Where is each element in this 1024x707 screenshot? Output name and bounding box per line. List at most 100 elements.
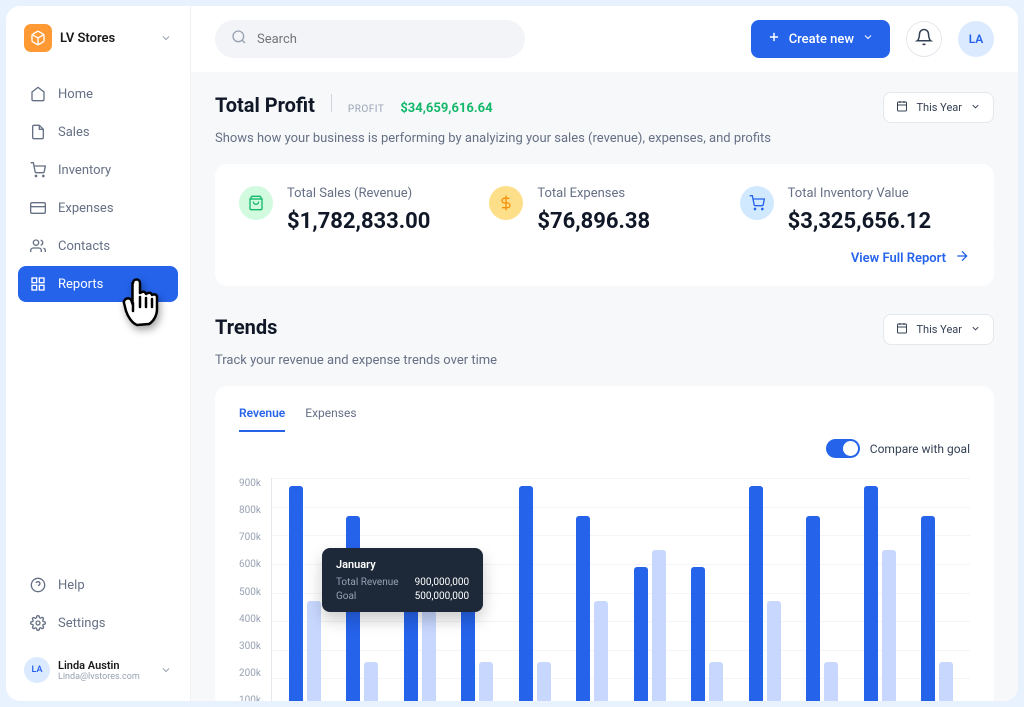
goal-bar[interactable]	[939, 662, 953, 701]
tooltip-row: Total Revenue 900,000,000	[336, 577, 469, 588]
nav-label: Expenses	[58, 201, 114, 216]
cart-icon	[30, 162, 46, 178]
revenue-bar[interactable]	[404, 606, 418, 701]
cart-icon	[740, 186, 774, 220]
bar-group[interactable]	[806, 478, 838, 701]
bar-group[interactable]	[864, 478, 896, 701]
search-box[interactable]	[215, 20, 525, 58]
link-label: View Full Report	[851, 251, 946, 266]
store-logo-icon	[24, 24, 52, 52]
revenue-bar[interactable]	[691, 567, 705, 701]
goal-bar[interactable]	[767, 601, 781, 701]
nav-label: Inventory	[58, 163, 111, 178]
nav-item-help[interactable]: Help	[18, 567, 178, 603]
nav-item-sales[interactable]: Sales	[18, 114, 178, 150]
compare-label: Compare with goal	[870, 442, 970, 456]
goal-bar[interactable]	[479, 662, 493, 701]
card-label: Total Expenses	[537, 186, 719, 201]
stat-cards: Total Sales (Revenue) $1,782,833.00 Tota…	[215, 164, 994, 256]
revenue-chart: 900k800k700k600k500k400k300k200k100k Jan…	[239, 478, 970, 701]
y-axis: 900k800k700k600k500k400k300k200k100k	[239, 478, 261, 701]
divider	[331, 94, 332, 112]
bag-icon	[239, 186, 273, 220]
dollar-icon	[489, 186, 523, 220]
date-range-button[interactable]: This Year	[883, 92, 994, 123]
goal-bar[interactable]	[307, 601, 321, 701]
user-email: Linda@lvstores.com	[58, 672, 152, 682]
bar-group[interactable]	[749, 478, 781, 701]
chart-tabs: Revenue Expenses	[239, 406, 970, 433]
bar-group[interactable]	[691, 478, 723, 701]
nav-label: Reports	[58, 277, 103, 292]
grid-icon	[30, 276, 46, 292]
goal-bar[interactable]	[882, 550, 896, 701]
nav-label: Home	[58, 87, 93, 102]
date-range-button[interactable]: This Year	[883, 314, 994, 345]
section-description: Track your revenue and expense trends ov…	[215, 353, 994, 368]
button-label: Create new	[789, 32, 854, 47]
revenue-bar[interactable]	[864, 486, 878, 701]
section-description: Shows how your business is performing by…	[215, 131, 994, 146]
bell-icon	[915, 28, 933, 50]
profit-label: PROFIT	[348, 104, 384, 115]
revenue-bar[interactable]	[749, 486, 763, 701]
trends-header: Trends This Year	[215, 314, 994, 345]
create-new-button[interactable]: Create new	[751, 20, 890, 58]
goal-bar[interactable]	[364, 662, 378, 701]
bar-group[interactable]	[576, 478, 608, 701]
credit-card-icon	[30, 200, 46, 216]
user-avatar[interactable]: LA	[958, 21, 994, 57]
chevron-down-icon	[862, 31, 874, 47]
goal-bar[interactable]	[652, 550, 666, 701]
revenue-bar[interactable]	[634, 567, 648, 701]
view-full-report-link[interactable]: View Full Report	[851, 248, 970, 268]
search-input[interactable]	[257, 32, 509, 47]
card-value: $76,896.38	[537, 209, 719, 234]
goal-bar[interactable]	[594, 601, 608, 701]
chevron-down-icon	[970, 101, 981, 115]
home-icon	[30, 86, 46, 102]
stat-card-sales: Total Sales (Revenue) $1,782,833.00	[239, 186, 469, 234]
revenue-bar[interactable]	[806, 516, 820, 701]
store-selector[interactable]: LV Stores	[18, 18, 178, 58]
stat-card-inventory: Total Inventory Value $3,325,656.12	[740, 186, 970, 234]
nav-item-home[interactable]: Home	[18, 76, 178, 112]
bar-group[interactable]	[519, 478, 551, 701]
revenue-bar[interactable]	[289, 486, 303, 701]
nav-label: Sales	[58, 125, 90, 140]
nav-item-expenses[interactable]: Expenses	[18, 190, 178, 226]
main: Create new LA Total Profit PROFIT $34,65…	[191, 6, 1018, 701]
tab-revenue[interactable]: Revenue	[239, 406, 285, 432]
section-title: Total Profit	[215, 93, 315, 117]
store-name: LV Stores	[60, 31, 152, 46]
goal-bar[interactable]	[537, 662, 551, 701]
tooltip-title: January	[336, 558, 469, 571]
chevron-down-icon	[160, 29, 172, 48]
goal-bar[interactable]	[824, 662, 838, 701]
revenue-bar[interactable]	[576, 516, 590, 701]
plus-icon	[767, 30, 781, 48]
nav-item-reports[interactable]: Reports	[18, 266, 178, 302]
calendar-icon	[896, 100, 908, 115]
bar-group[interactable]	[289, 478, 321, 701]
calendar-icon	[896, 322, 908, 337]
chevron-down-icon	[970, 323, 981, 337]
compare-toggle[interactable]	[826, 439, 860, 458]
bar-group[interactable]	[634, 478, 666, 701]
topbar: Create new LA	[191, 6, 1018, 72]
bar-group[interactable]	[921, 478, 953, 701]
profit-value: $34,659,616.64	[400, 101, 492, 116]
revenue-bar[interactable]	[519, 486, 533, 701]
revenue-bar[interactable]	[921, 516, 935, 701]
sidebar: LV Stores Home Sales Inventory Expenses	[6, 6, 191, 701]
nav-item-inventory[interactable]: Inventory	[18, 152, 178, 188]
card-label: Total Sales (Revenue)	[287, 186, 469, 201]
stat-card-expenses: Total Expenses $76,896.38	[489, 186, 719, 234]
user-menu[interactable]: LA Linda Austin Linda@lvstores.com	[18, 651, 178, 689]
notifications-button[interactable]	[906, 21, 942, 57]
nav-item-settings[interactable]: Settings	[18, 605, 178, 641]
goal-bar[interactable]	[422, 611, 436, 701]
nav-item-contacts[interactable]: Contacts	[18, 228, 178, 264]
tab-expenses[interactable]: Expenses	[305, 406, 356, 432]
goal-bar[interactable]	[709, 662, 723, 701]
